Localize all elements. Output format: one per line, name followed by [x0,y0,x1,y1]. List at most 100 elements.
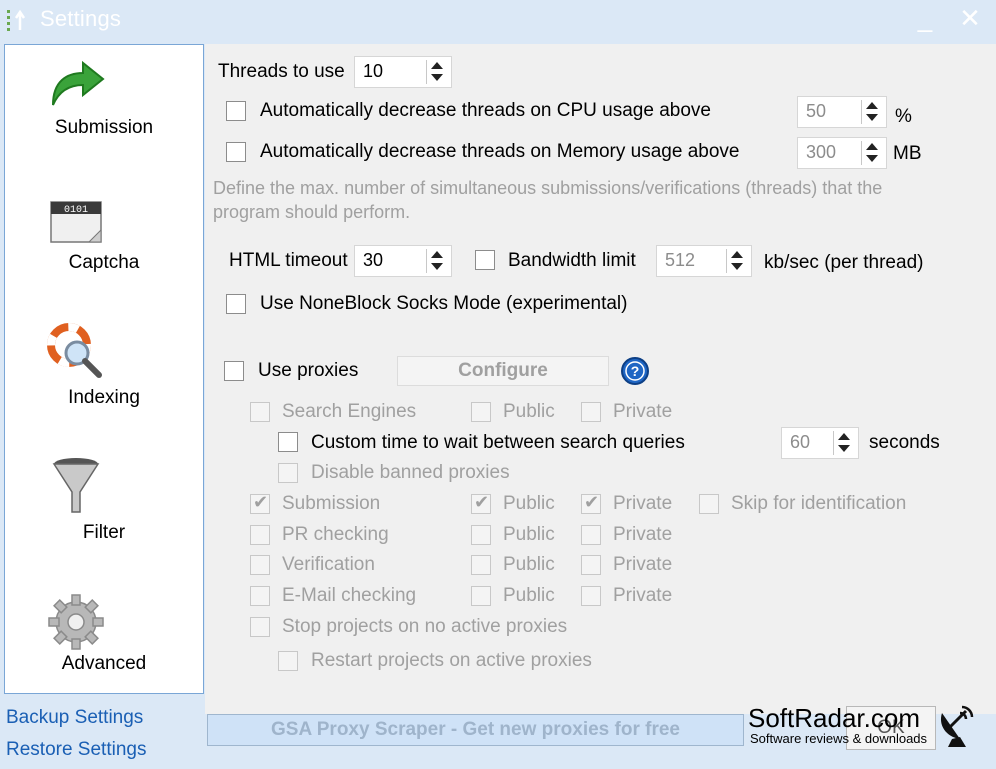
sidebar-item-filter[interactable]: Filter [5,450,203,570]
app-icon [7,9,26,31]
email-checking-private-label: Private [613,585,673,606]
sidebar-item-indexing[interactable]: Indexing [5,315,203,435]
memory-unit: MB [893,143,922,164]
memory-stepper[interactable]: 300 [797,137,887,169]
pr-checking-public-checkbox[interactable] [471,525,491,545]
backup-settings-link[interactable]: Backup Settings [6,707,143,729]
search-engines-private-label: Private [613,401,673,422]
search-engines-public-label: Public [503,401,555,422]
skip-identification-label: Skip for identification [731,493,907,514]
sidebar: Submission 0101 Captcha Indexing Filter [4,44,204,694]
verification-private-checkbox[interactable] [581,555,601,575]
restart-projects-label: Restart projects on active proxies [311,650,592,671]
noneblock-label: Use NoneBlock Socks Mode (experimental) [260,293,628,314]
email-checking-private-checkbox[interactable] [581,586,601,606]
watermark: SoftRadar.com Software reviews & downloa… [748,703,996,753]
configure-button[interactable]: Configure [397,356,609,386]
verification-private-label: Private [613,554,673,575]
close-button[interactable]: ✕ [947,0,993,38]
threads-description-2: program should perform. [213,202,411,222]
stepper-arrows-icon[interactable] [726,249,747,273]
custom-wait-unit: seconds [869,432,940,453]
stepper-arrows-icon[interactable] [861,100,882,124]
stepper-arrows-icon[interactable] [426,249,447,273]
threads-stepper[interactable]: 10 [354,56,452,88]
stop-projects-checkbox[interactable] [250,617,270,637]
custom-wait-label: Custom time to wait between search queri… [311,432,685,453]
submission-public-checkbox[interactable]: ✔ [471,492,491,514]
bandwidth-label: Bandwidth limit [508,250,636,271]
verification-label: Verification [282,554,375,575]
sidebar-item-captcha[interactable]: 0101 Captcha [5,180,203,300]
memory-checkbox[interactable] [226,142,246,162]
restart-projects-checkbox[interactable] [278,651,298,671]
search-engines-checkbox[interactable] [250,402,270,422]
stepper-arrows-icon[interactable] [833,431,854,455]
submission-label: Submission [282,493,381,514]
restore-settings-link[interactable]: Restore Settings [6,739,146,761]
cpu-stepper[interactable]: 50 [797,96,887,128]
verification-checkbox[interactable] [250,555,270,575]
email-checking-public-label: Public [503,585,555,606]
search-engines-private-checkbox[interactable] [581,402,601,422]
satellite-dish-icon [940,705,974,747]
pr-checking-private-checkbox[interactable] [581,525,601,545]
watermark-title: SoftRadar.com [748,703,920,733]
disable-banned-label: Disable banned proxies [311,462,510,483]
email-checking-checkbox[interactable] [250,586,270,606]
custom-wait-checkbox[interactable] [278,432,298,452]
submission-checkbox[interactable]: ✔ [250,492,270,514]
email-checking-label: E-Mail checking [282,585,417,606]
pr-checking-label: PR checking [282,524,389,545]
bandwidth-unit: kb/sec (per thread) [764,252,924,273]
bandwidth-value: 512 [665,250,696,270]
stepper-arrows-icon[interactable] [861,141,882,165]
threads-description: Define the max. number of simultaneous s… [213,178,883,198]
cpu-label: Automatically decrease threads on CPU us… [260,100,711,121]
use-proxies-label: Use proxies [258,360,359,381]
disable-banned-checkbox[interactable] [278,463,298,483]
search-engines-label: Search Engines [282,401,417,422]
search-engines-public-checkbox[interactable] [471,402,491,422]
submission-private-label: Private [613,493,673,514]
green-arrow-icon [52,60,105,106]
memory-value: 300 [806,142,837,162]
memory-label: Automatically decrease threads on Memory… [260,141,740,162]
sidebar-item-label: Filter [82,522,126,543]
sidebar-item-label: Indexing [68,387,140,408]
cpu-unit: % [895,106,912,127]
indexing-icon [47,323,102,378]
sidebar-item-advanced[interactable]: Advanced [5,585,203,705]
title-bar: Settings _ ✕ [0,0,996,40]
html-timeout-value: 30 [363,250,384,270]
verification-public-checkbox[interactable] [471,555,491,575]
sidebar-item-submission[interactable]: Submission [5,45,203,165]
verification-public-label: Public [503,554,555,575]
skip-identification-checkbox[interactable] [699,494,719,514]
email-checking-public-checkbox[interactable] [471,586,491,606]
use-proxies-checkbox[interactable] [224,361,244,381]
checkmark-icon: ✔ [474,492,490,512]
threads-label: Threads to use [218,61,345,82]
bandwidth-stepper[interactable]: 512 [656,245,752,277]
submission-private-checkbox[interactable]: ✔ [581,492,601,514]
captcha-icon: 0101 [50,201,102,243]
pr-checking-checkbox[interactable] [250,525,270,545]
threads-value: 10 [363,61,384,81]
noneblock-checkbox[interactable] [226,294,246,314]
html-timeout-stepper[interactable]: 30 [354,245,452,277]
minimize-button[interactable]: _ [905,0,945,38]
checkmark-icon: ✔ [584,492,600,512]
html-timeout-label: HTML timeout [229,250,348,271]
custom-wait-stepper[interactable]: 60 [781,427,859,459]
cpu-value: 50 [806,101,827,121]
watermark-subtitle: Software reviews & downloads [750,731,928,746]
cpu-checkbox[interactable] [226,101,246,121]
sidebar-item-label: Advanced [61,653,147,674]
stop-projects-label: Stop projects on no active proxies [282,616,568,637]
proxy-scraper-button[interactable]: GSA Proxy Scraper - Get new proxies for … [207,714,744,746]
sidebar-item-label: Submission [54,117,154,138]
bandwidth-checkbox[interactable] [475,250,495,270]
question-icon[interactable]: ? [620,356,650,386]
stepper-arrows-icon[interactable] [426,60,447,84]
